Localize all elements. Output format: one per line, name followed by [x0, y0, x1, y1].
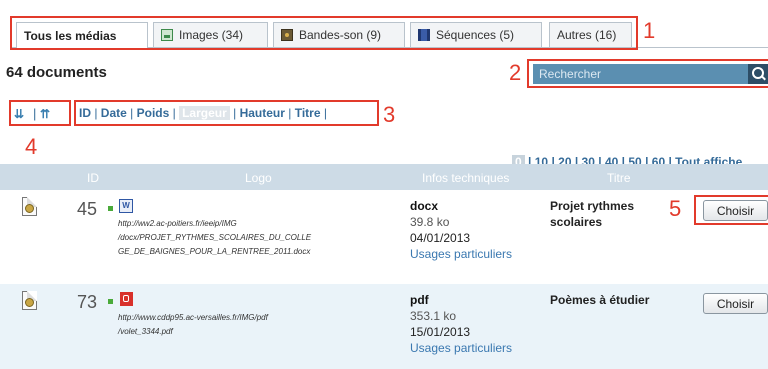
- sort-field-title[interactable]: Titre: [295, 106, 321, 120]
- column-header-logo: Logo: [245, 171, 272, 185]
- column-header-id[interactable]: ID: [87, 171, 99, 185]
- sort-field-date[interactable]: Date: [101, 106, 127, 120]
- column-header-tech: Infos techniques: [422, 171, 510, 185]
- sort-field-list: ID | Date | Poids | Largeur | Hauteur | …: [79, 106, 327, 120]
- word-icon: W: [119, 199, 133, 213]
- document-icon: [22, 197, 37, 216]
- document-icon: [22, 291, 37, 310]
- table-header: [0, 164, 768, 190]
- file-size: 353.1 ko: [410, 309, 457, 323]
- callout-number: 1: [643, 18, 656, 43]
- row-id: 45: [77, 199, 98, 219]
- status-dot: [108, 206, 113, 211]
- sort-field-height[interactable]: Hauteur: [240, 106, 285, 120]
- sort-field-id[interactable]: ID: [79, 106, 91, 120]
- tech-info: pdf 353.1 ko 15/01/2013 Usages particuli…: [410, 292, 512, 356]
- sort-ascending-icon[interactable]: ⇊: [14, 107, 24, 121]
- tech-info: docx 39.8 ko 04/01/2013 Usages particuli…: [410, 198, 512, 262]
- sort-separator: |: [33, 106, 37, 121]
- callout-number: 5: [669, 196, 682, 221]
- file-date: 15/01/2013: [410, 325, 471, 339]
- document-count: 64 documents: [6, 64, 107, 81]
- callout-frame-tabs: [10, 16, 638, 50]
- pdf-icon: [120, 292, 133, 306]
- sort-field-width-current: Largeur: [179, 106, 230, 120]
- file-extension: docx: [410, 199, 439, 213]
- row-id: 73: [77, 292, 98, 312]
- file-size: 39.8 ko: [410, 215, 450, 229]
- callout-number: 3: [383, 102, 396, 127]
- document-title: Projet rythmes scolaires: [550, 199, 635, 229]
- document-title: Poèmes à étudier: [550, 293, 650, 307]
- callout-number: 2: [509, 60, 522, 85]
- file-date: 04/01/2013: [410, 231, 471, 245]
- callout-number: 4: [25, 134, 38, 159]
- usage-link[interactable]: Usages particuliers: [410, 340, 512, 356]
- sort-descending-icon[interactable]: ⇈: [40, 107, 50, 121]
- file-url[interactable]: http://ww2.ac-poitiers.fr/ieeip/IMG /doc…: [118, 217, 311, 259]
- sort-field-weight[interactable]: Poids: [137, 106, 170, 120]
- status-dot: [108, 299, 113, 304]
- table-row: [0, 191, 768, 285]
- choose-button[interactable]: Choisir: [703, 293, 768, 314]
- callout-frame-choose: [694, 195, 768, 225]
- file-url[interactable]: http://www.cddp95.ac-versailles.fr/IMG/p…: [118, 311, 268, 339]
- table-row: [0, 284, 768, 369]
- column-header-title[interactable]: Titre: [607, 171, 631, 185]
- file-extension: pdf: [410, 293, 429, 307]
- callout-frame-search: [527, 59, 768, 88]
- usage-link[interactable]: Usages particuliers: [410, 246, 512, 262]
